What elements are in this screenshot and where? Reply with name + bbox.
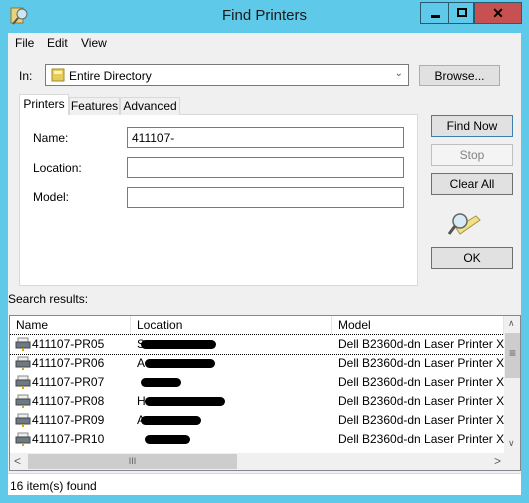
model-label: Model:	[33, 190, 70, 204]
in-value: Entire Directory	[69, 69, 152, 83]
status-text: 16 item(s) found	[10, 479, 97, 493]
scroll-left-icon[interactable]: <	[14, 454, 21, 468]
scroll-down-icon[interactable]: ∨	[508, 438, 515, 449]
name-input[interactable]: 411107-	[127, 127, 404, 148]
scroll-up-icon[interactable]: ∧	[508, 318, 515, 329]
status-bar: 16 item(s) found	[8, 473, 521, 495]
redaction-mark	[141, 340, 216, 349]
printer-model: Dell B2360d-dn Laser Printer XL	[338, 413, 511, 427]
minimize-button[interactable]	[420, 2, 449, 24]
close-button[interactable]: ✕	[474, 2, 522, 24]
redaction-mark	[145, 359, 215, 368]
results-list[interactable]: Name Location Model 411107-PR05 S Dell B…	[9, 315, 521, 471]
scroll-corner	[504, 453, 520, 470]
printer-model: Dell B2360d-dn Laser Printer XL	[338, 337, 511, 351]
printer-icon	[15, 375, 31, 389]
printer-icon	[15, 337, 31, 351]
printer-model: Dell B2360d-dn Laser Printer XL	[338, 432, 511, 446]
horizontal-scrollbar[interactable]: < III >	[10, 453, 504, 470]
find-now-button[interactable]: Find Now	[431, 115, 513, 137]
clear-all-button[interactable]: Clear All	[431, 173, 513, 195]
search-results-label: Search results:	[8, 292, 89, 306]
chevron-down-icon[interactable]: ⌄	[395, 68, 403, 79]
vertical-scrollbar[interactable]: ∧ ≡ ∨	[504, 316, 520, 453]
table-row[interactable]: 411107-PR10 Dell B2360d-dn Laser Printer…	[10, 430, 511, 449]
location-label: Location:	[33, 161, 82, 175]
ok-button[interactable]: OK	[431, 247, 513, 269]
redaction-mark	[145, 397, 225, 406]
table-row[interactable]: 411107-PR08 H Dell B2360d-dn Laser Print…	[10, 392, 511, 411]
in-combobox[interactable]: Entire Directory ⌄	[45, 64, 409, 86]
browse-button[interactable]: Browse...	[419, 65, 500, 86]
printer-name: 411107-PR10	[32, 432, 105, 446]
location-input[interactable]	[127, 157, 404, 178]
redaction-mark	[141, 416, 201, 425]
printer-name: 411107-PR05	[32, 337, 105, 351]
printer-icon	[15, 413, 31, 427]
tab-printers[interactable]: Printers	[19, 94, 69, 115]
stop-button[interactable]: Stop	[431, 144, 513, 166]
model-input[interactable]	[127, 187, 404, 208]
table-row[interactable]: 411107-PR06 A Dell B2360d-dn Laser Print…	[10, 354, 511, 373]
in-label: In:	[19, 69, 33, 83]
printer-name: 411107-PR08	[32, 394, 105, 408]
menu-file[interactable]: File	[15, 36, 34, 50]
menu-view[interactable]: View	[81, 36, 107, 50]
column-header-model[interactable]: Model	[332, 316, 504, 335]
redaction-mark	[141, 378, 181, 387]
printer-location: A	[137, 356, 146, 370]
printer-name: 411107-PR09	[32, 413, 105, 427]
column-header-location[interactable]: Location	[131, 316, 332, 335]
name-label: Name:	[33, 131, 69, 145]
printer-icon	[15, 394, 31, 408]
redaction-mark	[145, 435, 190, 444]
scroll-right-icon[interactable]: >	[494, 454, 501, 468]
printer-model: Dell B2360d-dn Laser Printer XL	[338, 356, 511, 370]
tab-advanced[interactable]: Advanced	[120, 97, 180, 115]
horizontal-scroll-thumb[interactable]: III	[28, 454, 237, 469]
vertical-scroll-thumb[interactable]: ≡	[505, 333, 520, 378]
column-header-name[interactable]: Name	[10, 316, 131, 335]
table-row[interactable]: 411107-PR09 A Dell B2360d-dn Laser Print…	[10, 411, 511, 430]
printer-name: 411107-PR07	[32, 375, 105, 389]
printer-model: Dell B2360d-dn Laser Printer XL	[338, 375, 511, 389]
printer-name: 411107-PR06	[32, 356, 105, 370]
search-magnifier-icon	[447, 213, 481, 235]
menu-edit[interactable]: Edit	[47, 36, 68, 50]
tab-features[interactable]: Features	[69, 97, 120, 115]
printer-icon	[15, 432, 31, 446]
printer-icon	[15, 356, 31, 370]
table-row[interactable]: 411107-PR05 S Dell B2360d-dn Laser Print…	[10, 334, 511, 355]
maximize-button[interactable]	[448, 2, 474, 24]
title-bar: Find Printers ✕	[0, 0, 529, 33]
printer-model: Dell B2360d-dn Laser Printer XL	[338, 394, 511, 408]
table-row[interactable]: 411107-PR07 Dell B2360d-dn Laser Printer…	[10, 373, 511, 392]
directory-icon	[51, 68, 65, 82]
